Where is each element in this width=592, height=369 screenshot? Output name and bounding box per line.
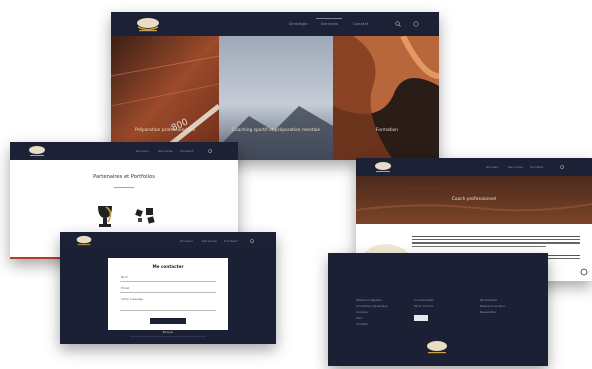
contact-screen: Accueil Services Contact Me contacter No… xyxy=(60,232,276,344)
logo[interactable] xyxy=(72,234,96,247)
nav-link-services[interactable]: Services xyxy=(508,165,523,169)
scroll-top-icon[interactable] xyxy=(580,268,588,276)
name-field-placeholder: Nom xyxy=(121,275,129,279)
nav-link-contact[interactable]: Contact xyxy=(224,239,238,243)
search-icon[interactable] xyxy=(395,21,401,27)
footer-link[interactable]: Newsletter xyxy=(480,309,505,315)
hero-caption-2: Coaching sportif et préparation mentale xyxy=(231,128,321,133)
footer-logo xyxy=(427,341,447,354)
footer-badge xyxy=(414,315,428,321)
nav-link-strategie[interactable]: Stratégie xyxy=(289,22,308,26)
search-icon[interactable] xyxy=(250,239,255,244)
logo[interactable] xyxy=(131,15,165,33)
logo[interactable] xyxy=(24,144,50,158)
footer-col-1: Mentions légales Conditions générales Co… xyxy=(356,297,388,327)
partner-logo-trophy xyxy=(98,206,112,227)
hero-caption-1: Préparation professionnelle xyxy=(134,128,196,133)
globe-icon[interactable] xyxy=(413,21,419,27)
nav-link-services[interactable]: Services xyxy=(202,239,217,243)
nav-link-contact[interactable]: Contact xyxy=(353,22,369,26)
nav-link-services[interactable]: Services xyxy=(158,149,173,153)
nav-underline xyxy=(316,18,342,19)
hero-panel-canyon xyxy=(333,36,439,160)
footer-link[interactable]: Contact xyxy=(356,321,388,327)
name-field[interactable]: Nom xyxy=(120,274,216,282)
message-field-placeholder: Votre message xyxy=(121,297,144,301)
message-field[interactable]: Votre message xyxy=(120,296,216,311)
portfolio-navbar: Accueil Services Contact xyxy=(10,142,238,160)
nav-link-contact[interactable]: Contact xyxy=(180,149,194,153)
partner-logo-pattern xyxy=(135,208,155,224)
heading-divider xyxy=(114,187,134,188)
about-hero-title: Coach professionnel xyxy=(451,197,497,202)
about-navbar: Accueil Services Contact xyxy=(356,158,592,176)
hero-caption-3: Formation xyxy=(375,128,399,133)
contact-title: Me contacter xyxy=(152,264,184,269)
top-screen: Stratégie Services Contact 800 Préparati… xyxy=(111,12,439,160)
nav-link-contact[interactable]: Contact xyxy=(530,165,544,169)
portfolio-heading: Partenaires et Portfolios xyxy=(93,174,155,180)
send-button[interactable]: Envoyer xyxy=(150,318,186,334)
search-icon[interactable] xyxy=(208,149,213,154)
email-field-placeholder: Email xyxy=(121,286,130,290)
contact-navbar: Accueil Services Contact xyxy=(60,232,276,250)
email-field[interactable]: Email xyxy=(120,285,216,293)
contact-footer-line xyxy=(130,336,206,337)
nav-link-accueil[interactable]: Accueil xyxy=(136,149,149,153)
footer-text: Paris, France xyxy=(414,304,434,308)
footer-screen: Mentions légales Conditions générales Co… xyxy=(328,253,548,366)
footer-col-2: Coordonnées Paris, France xyxy=(414,297,434,321)
nav-link-accueil[interactable]: Accueil xyxy=(180,239,193,243)
footer-col-3: Partenaires Réseaux sociaux Newsletter xyxy=(480,297,505,315)
contact-form-card: Me contacter Nom Email Votre message Env… xyxy=(108,258,228,334)
send-button-label: Envoyer xyxy=(162,331,174,334)
nav-link-services[interactable]: Services xyxy=(321,22,338,26)
top-navbar: Stratégie Services Contact xyxy=(111,12,439,36)
search-icon[interactable] xyxy=(560,165,565,170)
nav-link-accueil[interactable]: Accueil xyxy=(486,165,499,169)
logo[interactable] xyxy=(370,160,396,174)
